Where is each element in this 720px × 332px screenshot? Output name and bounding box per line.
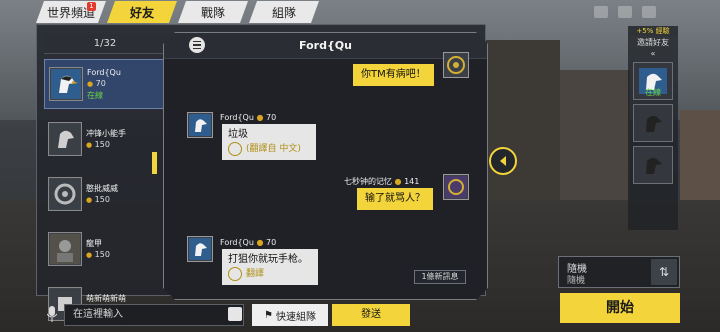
selection-marker [152,152,157,174]
friends-icon[interactable] [618,6,632,18]
team-slot[interactable]: 在線 [633,62,673,100]
level-icon: ● [394,177,402,186]
microphone-icon[interactable] [44,305,60,323]
friend-name: 萌新萌新萌 [86,293,126,303]
translate-label: (翻譯自 中文) [246,144,301,154]
mail-icon[interactable] [594,6,608,18]
send-button[interactable]: 發送 [332,304,410,326]
exp-bonus: +5% 經驗 [628,26,678,36]
level-icon: ● [87,80,94,88]
tab-label: 好友 [129,5,154,20]
translate-button[interactable]: (翻譯自 中文) [228,142,310,156]
chat-tabs: 世界頻道 1 好友 戰隊 組隊 [36,1,320,23]
tab-label: 戰隊 [200,5,225,20]
avatar [443,52,469,78]
chat-bubble: 垃圾 (翻譯自 中文) [222,124,316,160]
invite-panel: +5% 經驗 邀請好友 « 在線 [628,26,678,230]
friend-list-counter: 1/32 [44,34,166,54]
chat-bubble: 打狙你就玩手枪。 翻譯 [222,249,318,285]
collapse-arrow-icon[interactable] [489,147,517,175]
input-placeholder: 在這裡輸入 [73,309,123,320]
friend-level: 70 [95,79,106,88]
translate-button[interactable]: 翻譯 [228,267,312,281]
friend-item[interactable]: 憨批威威 ● 150 [44,169,166,219]
menu-icon[interactable] [189,37,205,53]
globe-icon [228,142,242,156]
level-icon: ● [256,113,264,122]
tab-world-channel[interactable]: 世界頻道 1 [36,1,106,23]
avatar [187,112,213,138]
friend-item[interactable]: 冲锋小能手 ● 150 [44,114,166,164]
quick-team-button[interactable]: ⚑ 快速組隊 [252,304,328,326]
sender-level: 141 [404,177,420,186]
sender-line: Ford{Qu ● 70 [220,113,276,122]
friend-name: 冲锋小能手 [86,128,126,138]
notification-badge: 1 [87,2,96,11]
friend-name: 龍甲 [86,238,102,248]
tab-team[interactable]: 組隊 [249,1,319,23]
double-chevron-icon: « [650,49,656,58]
sender-name: Ford{Qu [220,238,254,247]
avatar [48,232,82,266]
new-message-indicator[interactable]: 1條新訊息 [414,270,466,284]
start-button[interactable]: 開始 [560,293,680,323]
friend-name: 憨批威威 [86,183,118,193]
message-text: 打狙你就玩手枪。 [228,254,308,265]
friend-list: 1/32 Ford{Qu ● 70 在線 冲锋小能手 ● 150 憨批威威 ● … [44,34,166,321]
flag-icon: ⚑ [264,309,273,321]
friend-level: 150 [94,139,110,149]
emoji-icon[interactable] [228,307,242,321]
sender-line: 七秒钟的记忆 ● 141 [344,176,419,187]
sender-name: Ford{Qu [220,113,254,122]
chat-title: Ford{Qu [164,33,487,59]
avatar [48,122,82,156]
sender-line: Ford{Qu ● 70 [220,238,276,247]
avatar [187,236,213,262]
team-slot[interactable] [633,146,673,184]
friend-level: 150 [94,194,110,204]
friend-status: 在線 [87,91,103,100]
friend-item[interactable]: 龍甲 ● 150 [44,224,166,274]
level-icon: ● [86,250,93,259]
top-right-icons [594,6,656,18]
avatar [443,174,469,200]
mode-selector[interactable]: 隨機 隨機 ⇅ [558,256,680,288]
sender-level: 70 [265,113,277,122]
avatar [49,67,83,101]
swap-icon[interactable]: ⇅ [651,259,677,285]
avatar [48,177,82,211]
friend-name: Ford{Qu [87,68,121,77]
translate-label: 翻譯 [246,269,265,279]
message-text: 垃圾 [228,129,248,140]
invite-friends-button[interactable]: 邀請好友 « [628,36,678,58]
sender-level: 70 [265,238,277,247]
level-icon: ● [86,195,93,204]
tab-clan[interactable]: 戰隊 [178,1,248,23]
globe-icon [228,267,242,281]
chat-input[interactable]: 在這裡輸入 [64,304,244,326]
tab-label: 組隊 [271,5,296,20]
slot-status: 在線 [645,88,661,97]
building [560,70,630,200]
level-icon: ● [86,140,93,149]
sender-name: 七秒钟的记忆 [344,177,392,186]
friend-item[interactable]: Ford{Qu ● 70 在線 [44,59,166,109]
invite-label: 邀請好友 [637,38,669,47]
quick-team-label: 快速組隊 [275,311,316,323]
chat-bubble: 输了就骂人？ [357,188,433,210]
chat-bubble: 你TM有病吧！ [353,64,434,86]
friend-level: 150 [94,249,110,259]
team-slot[interactable] [633,104,673,142]
mode-line2: 隨機 [567,276,586,286]
tab-friends[interactable]: 好友 [107,1,177,23]
settings-icon[interactable] [642,6,656,18]
level-icon: ● [256,238,264,247]
